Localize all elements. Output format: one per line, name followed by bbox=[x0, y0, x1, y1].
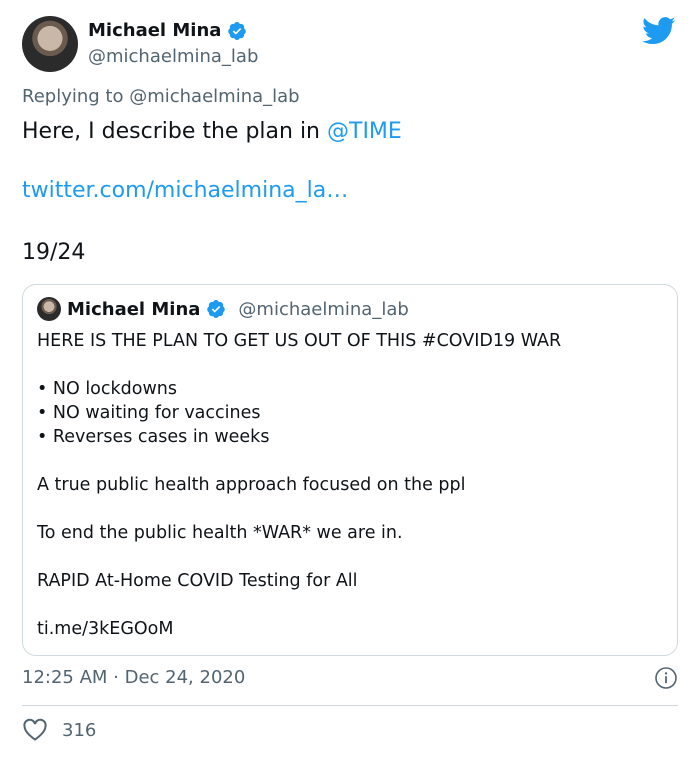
reply-mention-link[interactable]: @michaelmina_lab bbox=[129, 86, 299, 107]
avatar[interactable] bbox=[22, 16, 78, 72]
quoted-line: • NO lockdowns bbox=[37, 379, 177, 399]
tweet-text-body: Here, I describe the plan in bbox=[22, 119, 327, 144]
time-mention-link[interactable]: @TIME bbox=[327, 119, 402, 144]
quoted-line: • NO waiting for vaccines bbox=[37, 403, 261, 423]
quoted-line: To end the public health *WAR* we are in… bbox=[37, 523, 403, 543]
quoted-header: Michael Mina @michaelmina_lab bbox=[37, 297, 409, 321]
like-action[interactable]: 316 bbox=[22, 718, 96, 742]
tweet-header: Michael Mina @michaelmina_lab bbox=[22, 16, 678, 76]
quoted-line: A true public health approach focused on… bbox=[37, 475, 466, 495]
tweet-text: Here, I describe the plan in @TIME bbox=[22, 116, 672, 148]
reply-prefix: Replying to bbox=[22, 86, 124, 107]
tweet-timestamp[interactable]: 12:25 AM · Dec 24, 2020 bbox=[22, 667, 245, 688]
quoted-line: RAPID At-Home COVID Testing for All bbox=[37, 571, 358, 591]
tweet-card: Michael Mina @michaelmina_lab Replying t… bbox=[0, 0, 700, 759]
quoted-line: ti.me/3kEGOoM bbox=[37, 619, 174, 639]
quoted-avatar bbox=[37, 297, 61, 321]
quoted-text: HERE IS THE PLAN TO GET US OUT OF THIS #… bbox=[37, 329, 657, 641]
heart-icon[interactable] bbox=[22, 718, 48, 742]
tweet-url-link[interactable]: twitter.com/michaelmina_la… bbox=[22, 178, 348, 203]
author-name-row: Michael Mina bbox=[88, 20, 247, 41]
author-handle[interactable]: @michaelmina_lab bbox=[88, 46, 258, 67]
thread-counter: 19/24 bbox=[22, 240, 86, 265]
like-count: 316 bbox=[62, 719, 97, 741]
replying-to: Replying to @michaelmina_lab bbox=[22, 86, 300, 107]
quoted-line bbox=[37, 497, 657, 521]
quoted-author-handle: @michaelmina_lab bbox=[238, 298, 409, 320]
quoted-line bbox=[37, 545, 657, 569]
quoted-tweet[interactable]: Michael Mina @michaelmina_lab HERE IS TH… bbox=[22, 284, 678, 656]
quoted-line bbox=[37, 449, 657, 473]
quoted-line: • Reverses cases in weeks bbox=[37, 427, 270, 447]
verified-icon bbox=[207, 300, 226, 319]
divider bbox=[22, 705, 678, 706]
quoted-line bbox=[37, 353, 657, 377]
verified-icon bbox=[228, 21, 247, 40]
quoted-author-name: Michael Mina bbox=[67, 298, 201, 320]
info-icon[interactable] bbox=[654, 666, 678, 690]
quoted-line bbox=[37, 593, 657, 617]
twitter-bird-icon[interactable] bbox=[642, 16, 676, 46]
quoted-line: HERE IS THE PLAN TO GET US OUT OF THIS #… bbox=[37, 331, 562, 351]
author-name[interactable]: Michael Mina bbox=[88, 20, 221, 41]
